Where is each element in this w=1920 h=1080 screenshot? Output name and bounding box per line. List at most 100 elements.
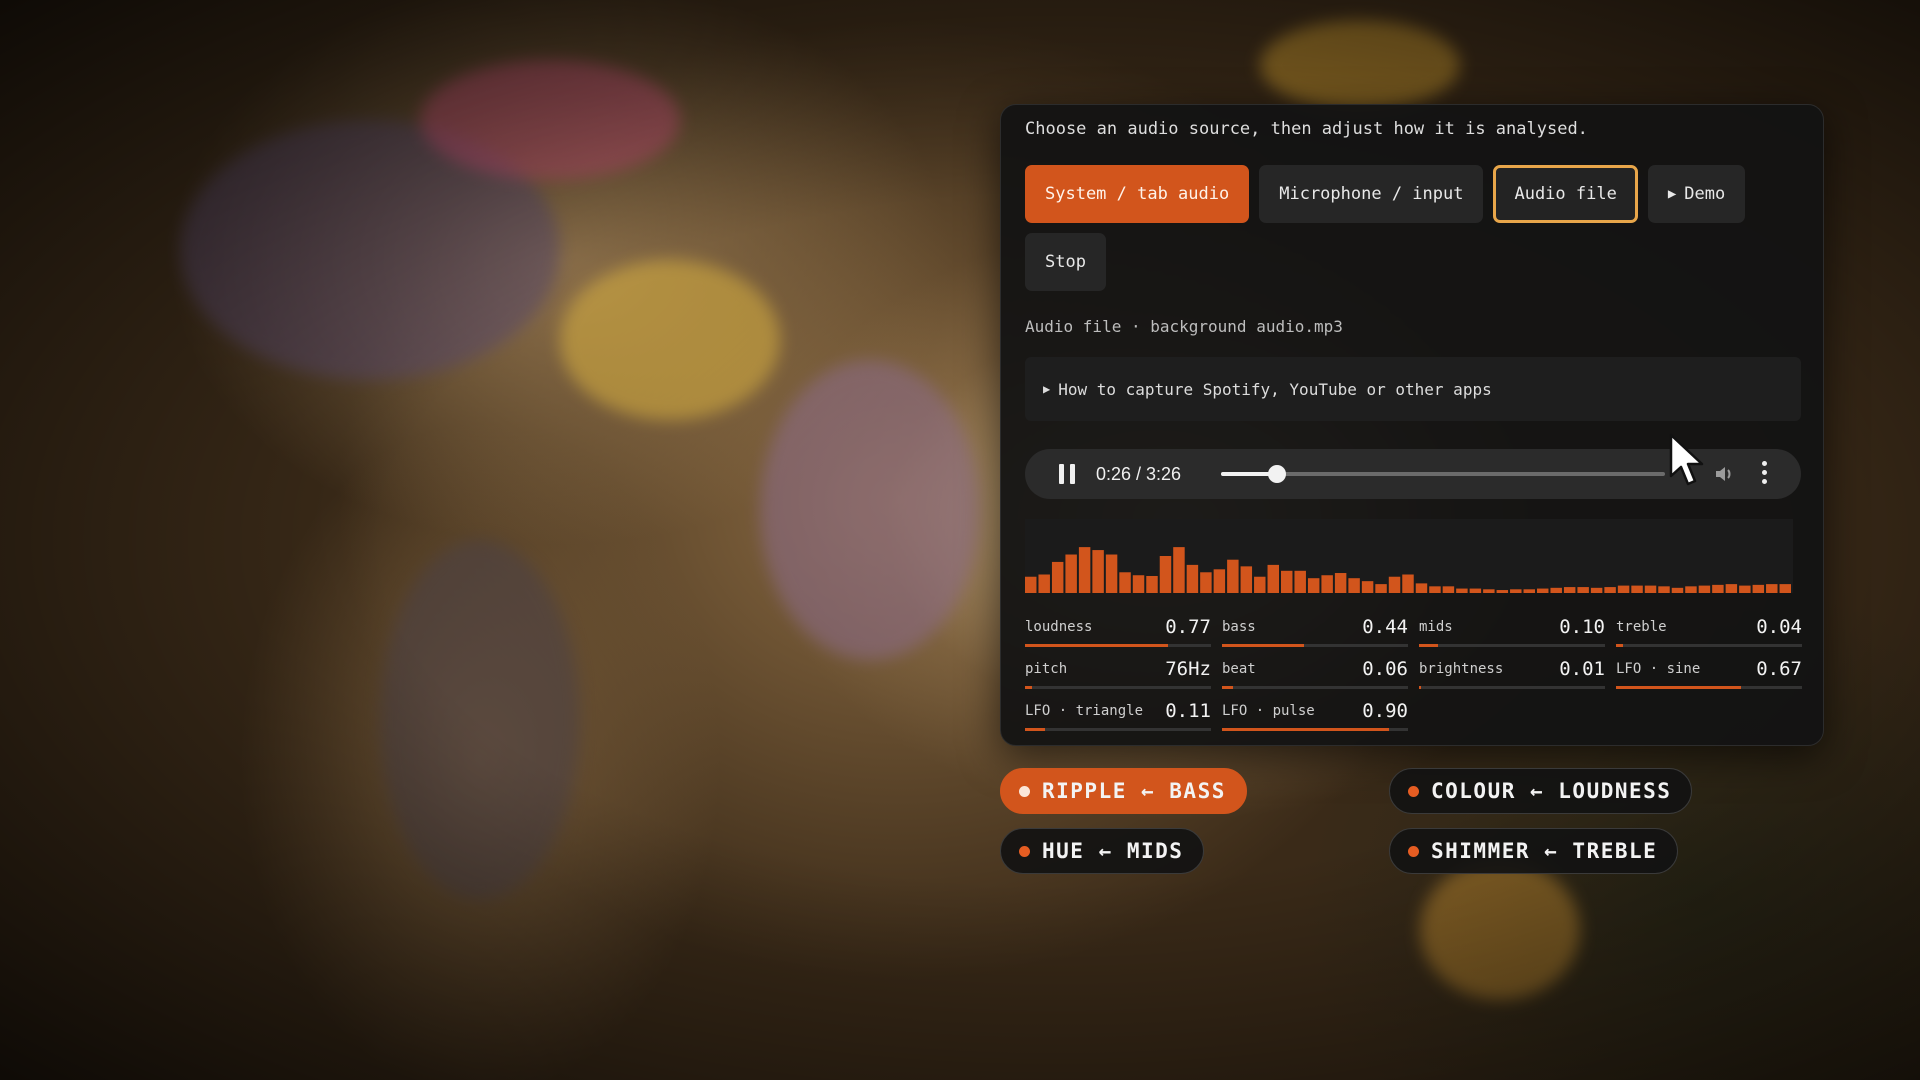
microphone-button[interactable]: Microphone / input [1259, 165, 1484, 223]
meter-track [1616, 686, 1802, 689]
meter-fill [1419, 644, 1438, 647]
spectrum-bar [1590, 587, 1603, 593]
spectrum-bar [1429, 586, 1441, 593]
demo-label: Demo [1684, 184, 1726, 204]
meter: treble 0.04 [1616, 616, 1802, 647]
meter-value: 76Hz [1165, 658, 1211, 680]
spectrum-bar [1442, 586, 1455, 593]
meter: loudness 0.77 [1025, 616, 1211, 647]
spectrum-bar [1766, 584, 1778, 593]
meter-track [1419, 686, 1605, 689]
spectrum-bar [1025, 576, 1037, 593]
meter-value: 0.06 [1362, 658, 1408, 680]
spectrum-bar [1375, 584, 1387, 593]
meter-value: 0.67 [1756, 658, 1802, 680]
spectrum-bar [1402, 574, 1414, 593]
spectrum-bar [1254, 576, 1266, 593]
spectrum-bar [1483, 589, 1495, 593]
spectrum-bar [1159, 556, 1172, 593]
spectrum-bar [1227, 559, 1239, 593]
source-buttons: System / tab audio Microphone / input Au… [1025, 165, 1805, 291]
spectrum-bar [1671, 587, 1684, 593]
meter-value: 0.77 [1165, 616, 1211, 638]
spectrum-bar [1240, 566, 1253, 593]
audio-file-label: Audio file [1514, 184, 1617, 204]
meter-fill [1222, 686, 1234, 689]
meter-label: bass [1222, 619, 1256, 635]
howto-disclosure[interactable]: ▶ How to capture Spotify, YouTube or oth… [1025, 357, 1801, 421]
meter-label: mids [1419, 619, 1453, 635]
meter: beat 0.06 [1222, 658, 1408, 689]
meter-track [1616, 644, 1802, 647]
mapping-label: RIPPLE ← BASS [1042, 779, 1226, 803]
audio-file-button[interactable]: Audio file [1493, 165, 1638, 223]
howto-label: How to capture Spotify, YouTube or other… [1058, 379, 1492, 399]
spectrum-bar [1334, 573, 1347, 593]
spectrum-bar [1186, 564, 1199, 593]
mapping-chip-shimmer-treble[interactable]: SHIMMER ← TREBLE [1389, 828, 1679, 874]
more-vertical-icon[interactable] [1761, 461, 1767, 487]
mapping-chip-hue-mids[interactable]: HUE ← MIDS [1000, 828, 1205, 874]
meter-fill [1616, 644, 1624, 647]
stop-button[interactable]: Stop [1025, 233, 1106, 291]
meter-fill [1025, 686, 1033, 689]
spectrum-bar [1698, 585, 1711, 593]
spectrum-bar [1038, 574, 1050, 593]
spectrum-bar [1725, 584, 1738, 593]
spectrum-bar [1685, 586, 1697, 593]
spectrum-bar [1307, 578, 1320, 593]
spectrum-bar [1065, 554, 1077, 593]
meter-fill [1025, 644, 1169, 647]
meter-label: treble [1616, 619, 1667, 635]
spectrum-bar [1563, 587, 1576, 593]
meter-value: 0.04 [1756, 616, 1802, 638]
stop-label: Stop [1045, 252, 1086, 272]
meter: bass 0.44 [1222, 616, 1408, 647]
disclosure-triangle-icon: ▶ [1043, 382, 1051, 396]
mapping-chip-colour-loudness[interactable]: COLOUR ← LOUDNESS [1389, 768, 1693, 814]
spectrum-bar [1146, 575, 1158, 593]
meter-label: LFO · pulse [1222, 703, 1315, 719]
spectrum-bar [1617, 585, 1630, 593]
mapping-chip-ripple-bass[interactable]: RIPPLE ← BASS [1000, 768, 1247, 814]
mouse-pointer-icon [1669, 433, 1704, 486]
spectrum-bar [1752, 584, 1765, 593]
spectrum-bar [1779, 584, 1791, 593]
status-dot [1408, 785, 1419, 797]
seek-handle[interactable] [1267, 465, 1286, 483]
source-status: Audio file · background audio.mp3 [1025, 317, 1343, 336]
meter-label: loudness [1025, 619, 1093, 635]
mapping-label: SHIMMER ← TREBLE [1431, 839, 1658, 863]
spectrum-bar [1294, 570, 1306, 593]
status-dot [1408, 845, 1419, 857]
meter: LFO · sine 0.67 [1616, 658, 1802, 689]
meter-value: 0.10 [1559, 616, 1605, 638]
spectrum-bar [1361, 581, 1374, 593]
meter: LFO · pulse 0.90 [1222, 700, 1408, 731]
meter-value: 0.90 [1362, 700, 1408, 722]
meter: LFO · triangle 0.11 [1025, 700, 1211, 731]
spectrum-bar [1173, 547, 1185, 593]
meter-fill [1616, 686, 1741, 689]
spectrum-bar [1658, 586, 1670, 593]
audio-source-panel: Choose an audio source, then adjust how … [1000, 104, 1824, 746]
seek-bar[interactable] [1221, 465, 1665, 483]
meter-label: pitch [1025, 661, 1068, 677]
meter-track [1222, 686, 1408, 689]
spectrum-bar [1200, 572, 1212, 593]
demo-button[interactable]: ▶ Demo [1647, 165, 1746, 223]
spectrum-bar [1267, 564, 1279, 593]
status-dot [1019, 845, 1030, 857]
pause-icon[interactable] [1059, 464, 1075, 484]
meter: pitch 76Hz [1025, 658, 1211, 689]
spectrum-bar [1631, 585, 1643, 593]
spectrum-bar [1604, 587, 1616, 593]
system-audio-button[interactable]: System / tab audio [1025, 165, 1250, 223]
spectrum-bar [1348, 578, 1360, 593]
volume-icon[interactable] [1713, 463, 1735, 485]
meter-track [1419, 644, 1605, 647]
spectrum-bar [1577, 587, 1589, 593]
spectrum-bar [1456, 588, 1468, 593]
meter-label: brightness [1419, 661, 1504, 677]
meter-track [1025, 644, 1211, 647]
